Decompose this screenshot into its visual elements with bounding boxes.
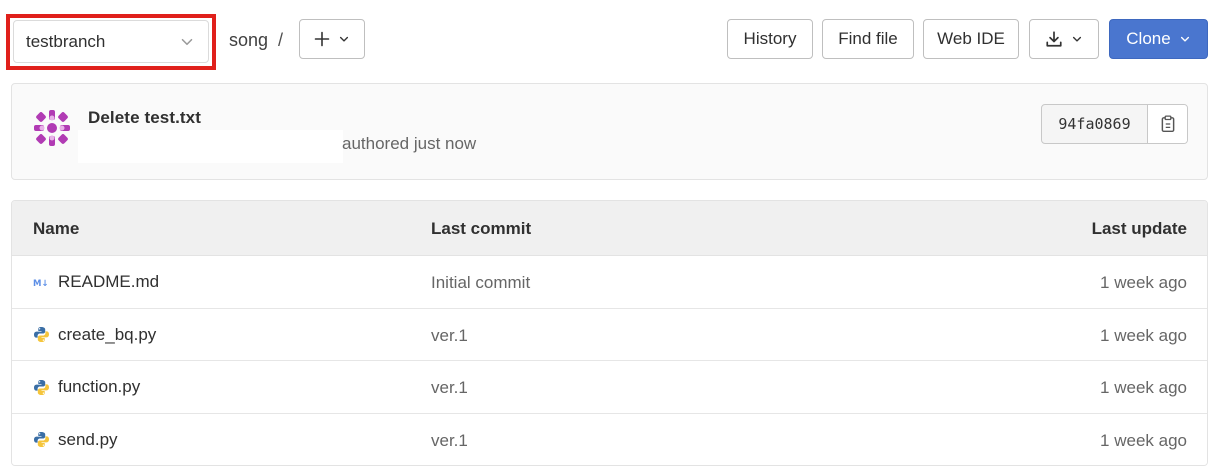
last-commit-message[interactable]: ver.1 — [431, 378, 468, 398]
commit-meta: authored just now — [342, 134, 477, 153]
breadcrumb-separator: / — [278, 30, 284, 50]
table-row[interactable]: create_bq.py ver.1 1 week ago — [12, 308, 1207, 361]
file-link[interactable]: send.py — [33, 430, 118, 450]
file-link[interactable]: M↓ README.md — [33, 272, 159, 292]
commit-sha-group: 94fa0869 — [1041, 104, 1188, 144]
chevron-down-icon — [1180, 36, 1189, 42]
header-last-update: Last update — [1091, 219, 1187, 238]
file-name: create_bq.py — [58, 324, 157, 344]
clipboard-icon — [1161, 115, 1174, 133]
file-link[interactable]: function.py — [33, 377, 140, 397]
redacted-author — [78, 130, 343, 163]
commit-sha[interactable]: 94fa0869 — [1042, 105, 1148, 143]
chevron-down-icon — [339, 36, 349, 42]
avatar[interactable] — [32, 108, 72, 148]
add-dropdown-button[interactable] — [299, 19, 365, 59]
branch-selector[interactable]: testbranch — [13, 20, 209, 63]
python-icon — [34, 379, 49, 395]
file-tree-table: Name Last commit Last update M↓ README.m… — [11, 200, 1208, 466]
last-update-time: 1 week ago — [1100, 325, 1187, 345]
download-dropdown-button[interactable] — [1029, 19, 1099, 59]
clone-dropdown-button[interactable]: Clone — [1109, 19, 1208, 59]
commit-title[interactable]: Delete test.txt — [88, 108, 201, 128]
chevron-down-icon — [1072, 36, 1082, 42]
file-link[interactable]: create_bq.py — [33, 325, 156, 345]
last-commit-message[interactable]: ver.1 — [431, 431, 468, 451]
header-name: Name — [33, 219, 80, 238]
branch-name: testbranch — [26, 31, 106, 51]
file-name: send.py — [58, 429, 118, 449]
table-row[interactable]: function.py ver.1 1 week ago — [12, 361, 1207, 414]
last-commit-message[interactable]: ver.1 — [431, 326, 468, 346]
last-commit-panel: Delete test.txt authored just now 94fa08… — [11, 83, 1208, 180]
table-header: Name Last commit Last update — [12, 201, 1207, 256]
python-icon — [34, 432, 49, 447]
history-button[interactable]: History — [727, 19, 813, 59]
last-update-time: 1 week ago — [1100, 378, 1187, 397]
chevron-down-icon — [181, 38, 193, 45]
plus-icon — [314, 31, 330, 47]
last-update-time: 1 week ago — [1100, 430, 1187, 450]
find-file-button[interactable]: Find file — [822, 19, 914, 59]
file-name: function.py — [58, 377, 141, 396]
table-row[interactable]: M↓ README.md Initial commit 1 week ago — [12, 256, 1207, 309]
last-commit-message[interactable]: Initial commit — [431, 273, 530, 293]
table-row[interactable]: send.py ver.1 1 week ago — [12, 413, 1207, 465]
web-ide-button[interactable]: Web IDE — [923, 19, 1019, 59]
header-last-commit: Last commit — [431, 219, 532, 238]
file-name: README.md — [58, 272, 160, 291]
breadcrumb-root[interactable]: song — [229, 30, 268, 51]
markdown-icon: M↓ — [33, 279, 49, 289]
download-icon — [1046, 31, 1062, 47]
python-icon — [34, 327, 49, 342]
copy-sha-button[interactable] — [1148, 105, 1187, 143]
clone-label: Clone — [1126, 29, 1171, 48]
last-update-time: 1 week ago — [1100, 273, 1187, 292]
svg-text:M↓: M↓ — [33, 279, 49, 289]
